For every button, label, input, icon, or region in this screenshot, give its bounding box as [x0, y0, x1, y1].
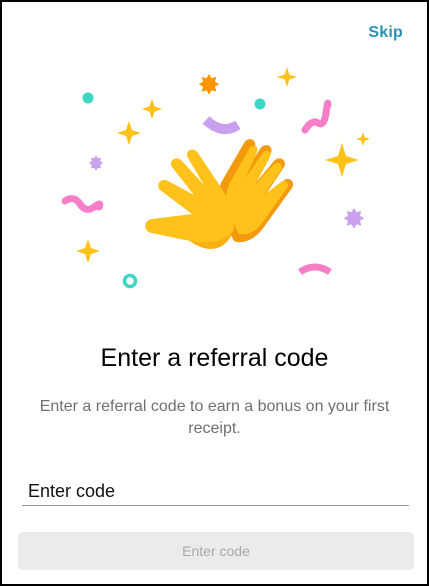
page-title: Enter a referral code	[100, 344, 329, 372]
skip-button[interactable]: Skip	[368, 24, 403, 42]
screen: Skip Enter a referral code Enter a refer…	[0, 0, 429, 586]
submit-code-button[interactable]: Enter code	[18, 532, 414, 570]
confetti-squiggle	[61, 195, 104, 213]
page-subtitle: Enter a referral code to earn a bonus on…	[39, 398, 390, 437]
star-icon	[89, 155, 103, 171]
referral-code-input[interactable]	[22, 480, 409, 506]
confetti-ring	[122, 273, 138, 289]
star-icon	[198, 74, 220, 95]
star-icon	[343, 208, 365, 229]
confetti-squiggle	[301, 99, 332, 134]
referral-illustration	[61, 67, 370, 289]
confetti-dot	[254, 98, 266, 110]
left-hand-icon	[145, 149, 234, 249]
confetti-arc	[298, 263, 332, 276]
confetti-arc	[202, 116, 241, 134]
confetti-dot	[82, 92, 94, 104]
